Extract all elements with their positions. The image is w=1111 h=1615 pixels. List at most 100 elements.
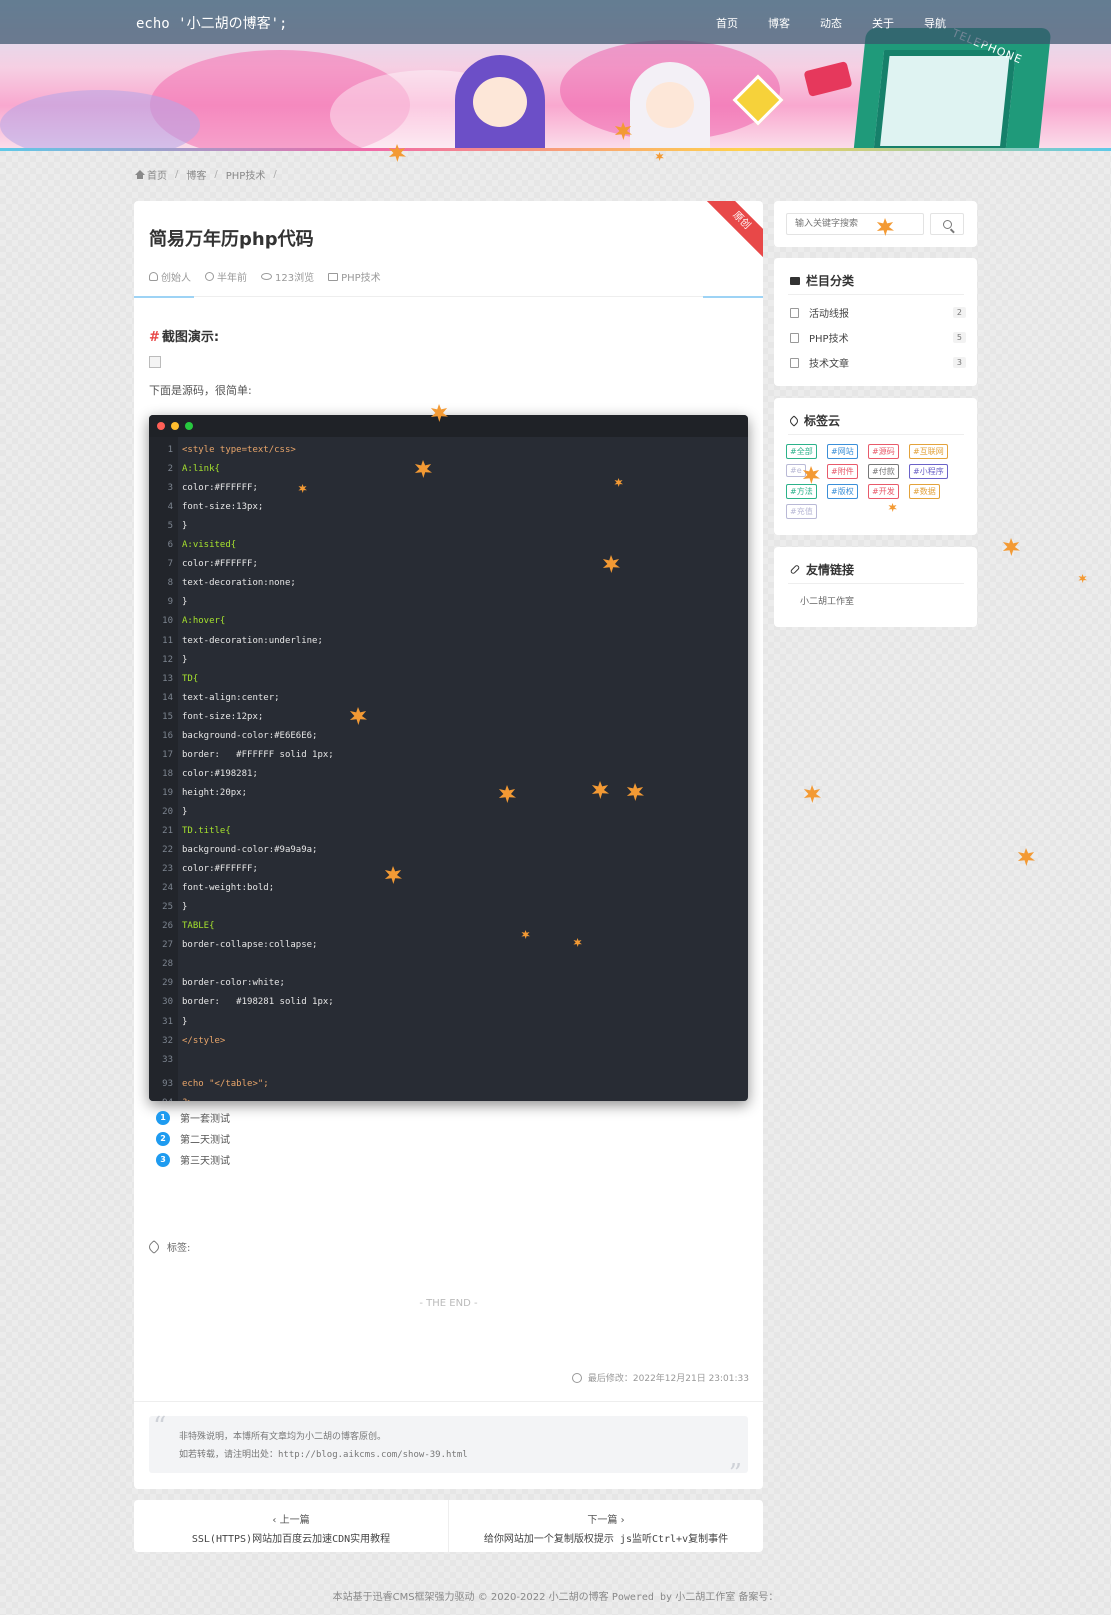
line-number: 32 (162, 1035, 173, 1046)
tag-chip[interactable]: #小程序 (909, 464, 948, 479)
search-button[interactable] (930, 213, 964, 235)
window-close-dot-icon (157, 422, 165, 430)
line-number: 3 (167, 483, 173, 494)
breadcrumb-category[interactable]: PHP技术 (226, 167, 266, 182)
maple-leaf-icon (655, 152, 664, 161)
line-number: 7 (167, 559, 173, 570)
tag-cloud-widget: 标签云 #全部 #网站 #源码 #互联网 #e #附件 #付款 #小程序 #方法 #版权 #开发 #数… (774, 398, 977, 535)
tag-chip[interactable]: #互联网 (909, 444, 948, 459)
line-number: 15 (162, 711, 173, 722)
meta-category[interactable]: PHP技术 (328, 269, 381, 284)
maple-leaf-icon (803, 785, 821, 803)
breadcrumb-home[interactable]: 首页 (135, 167, 167, 182)
line-code: text-align:center; (182, 692, 280, 703)
tag-chip[interactable]: #方法 (786, 484, 817, 499)
code-block[interactable]: 1 <style type=text/css> 2 A:link{3 color:#FF… (149, 415, 748, 1101)
line-number: 22 (162, 845, 173, 856)
line-number: 30 (162, 997, 173, 1008)
site-title[interactable]: echo '小二胡の博客'; (136, 13, 287, 33)
line-code: A:visited{ (182, 540, 237, 551)
prev-post-link[interactable]: ‹ 上一篇 SSL(HTTPS)网站加百度云加速CDN实用教程 (134, 1500, 448, 1552)
line-code: echo "</table>"; (182, 1078, 269, 1089)
line-code: TD{ (182, 673, 199, 684)
broken-image-icon[interactable] (149, 356, 161, 368)
tag-chip[interactable]: #充值 (786, 504, 817, 519)
category-item[interactable]: 活动线报 2 (790, 305, 966, 320)
footer-studio-link[interactable]: 小二胡工作室 (675, 1592, 735, 1603)
window-minimize-dot-icon (171, 422, 179, 430)
link-icon (789, 564, 801, 575)
document-icon (790, 332, 799, 343)
code-line: 14 text-align:center; (149, 689, 748, 708)
nav-about[interactable]: 关于 (857, 15, 909, 31)
categories-title: 栏目分类 (790, 272, 854, 289)
line-code: color:#FFFFFF; (182, 559, 258, 570)
tag-chip[interactable]: #付款 (868, 464, 899, 479)
top-navbar: echo '小二胡の博客'; 首页 博客 动态 关于 导航 (0, 0, 1111, 44)
nav-blog[interactable]: 博客 (753, 15, 805, 31)
nav-home[interactable]: 首页 (701, 15, 753, 31)
notice-url[interactable]: http://blog.aikcms.com/show-39.html (278, 1450, 468, 1460)
code-line: 24 font-weight:bold; (149, 879, 748, 898)
line-code: ?> (182, 1094, 193, 1101)
intro-text: 下面是源码，很简单: (149, 384, 252, 397)
line-number: 29 (162, 978, 173, 989)
footer-divider (134, 1401, 763, 1402)
line-code: background-color:#E6E6E6; (182, 730, 318, 741)
line-number: 27 (162, 940, 173, 951)
nav-news[interactable]: 动态 (805, 15, 857, 31)
chevron-left-icon: ‹ (272, 1515, 280, 1526)
code-line: 27 border-collapse:collapse; (149, 936, 748, 955)
tag-chip[interactable]: #网站 (827, 444, 858, 459)
tag-chip[interactable]: #源码 (868, 444, 899, 459)
tag-chip[interactable]: #全部 (786, 444, 817, 459)
line-number: 19 (162, 787, 173, 798)
line-code: font-size:12px; (182, 711, 264, 722)
line-code: background-color:#9a9a9a; (182, 845, 318, 856)
meta-views: 123浏览 (261, 269, 314, 284)
next-post-link[interactable]: 下一篇 › 给你网站加一个复制版权提示 js监听Ctrl+v复制事件 (448, 1500, 763, 1552)
tag-chip[interactable]: #附件 (827, 464, 858, 479)
tag-chip[interactable]: #版权 (827, 484, 858, 499)
nav-navigation[interactable]: 导航 (909, 15, 961, 31)
friend-link-item[interactable]: 小二胡工作室 (800, 594, 854, 607)
article-card: 原创 简易万年历php代码 创始人 半年前 123浏览 PHP技术 # 截图演示:… (134, 201, 763, 1489)
eye-icon (261, 273, 272, 280)
category-item[interactable]: 技术文章 3 (790, 355, 966, 370)
breadcrumb-blog[interactable]: 博客 (186, 167, 206, 182)
line-number: 94 (149, 1094, 173, 1101)
line-code: color:#198281; (182, 768, 258, 779)
search-icon (942, 219, 952, 229)
code-line: 20} (149, 803, 748, 822)
search-input[interactable] (786, 213, 924, 235)
code-line: 5} (149, 517, 748, 536)
maple-leaf-icon (1017, 848, 1035, 866)
maple-leaf-icon (1078, 574, 1087, 583)
line-number: 23 (162, 864, 173, 875)
folder-icon (328, 272, 339, 281)
list-item: 3 第三天测试 (156, 1149, 230, 1170)
line-code: color:#FFFFFF; (182, 483, 258, 494)
line-code: } (182, 597, 188, 608)
tag-chip[interactable]: #数据 (909, 484, 940, 499)
line-code: A:hover{ (182, 616, 226, 627)
footer-cms-link[interactable]: 迅睿CMS (373, 1592, 415, 1603)
code-line: 6 A:visited{ (149, 536, 748, 555)
the-end-marker: - THE END - (419, 1298, 478, 1309)
tag-chip[interactable]: #开发 (868, 484, 899, 499)
category-item[interactable]: PHP技术 5 (790, 330, 966, 345)
line-number: 26 (162, 921, 173, 932)
line-code: color:#FFFFFF; (182, 864, 258, 875)
line-number: 1 (167, 445, 173, 455)
line-code: border: #198281 solid 1px; (182, 997, 334, 1008)
code-line: 21 TD.title{ (149, 822, 748, 841)
tag-chip[interactable]: #e (786, 464, 806, 477)
meta-author: 创始人 (149, 269, 191, 284)
footer-blog-link[interactable]: 小二胡の博客 (549, 1592, 609, 1603)
open-quote-icon: “ (153, 1412, 167, 1442)
line-number: 10 (162, 616, 173, 627)
breadcrumb-separator: / (273, 169, 277, 180)
header-divider (134, 296, 763, 298)
line-number: 5 (167, 521, 173, 532)
code-line: 2 A:link{ (149, 460, 748, 479)
